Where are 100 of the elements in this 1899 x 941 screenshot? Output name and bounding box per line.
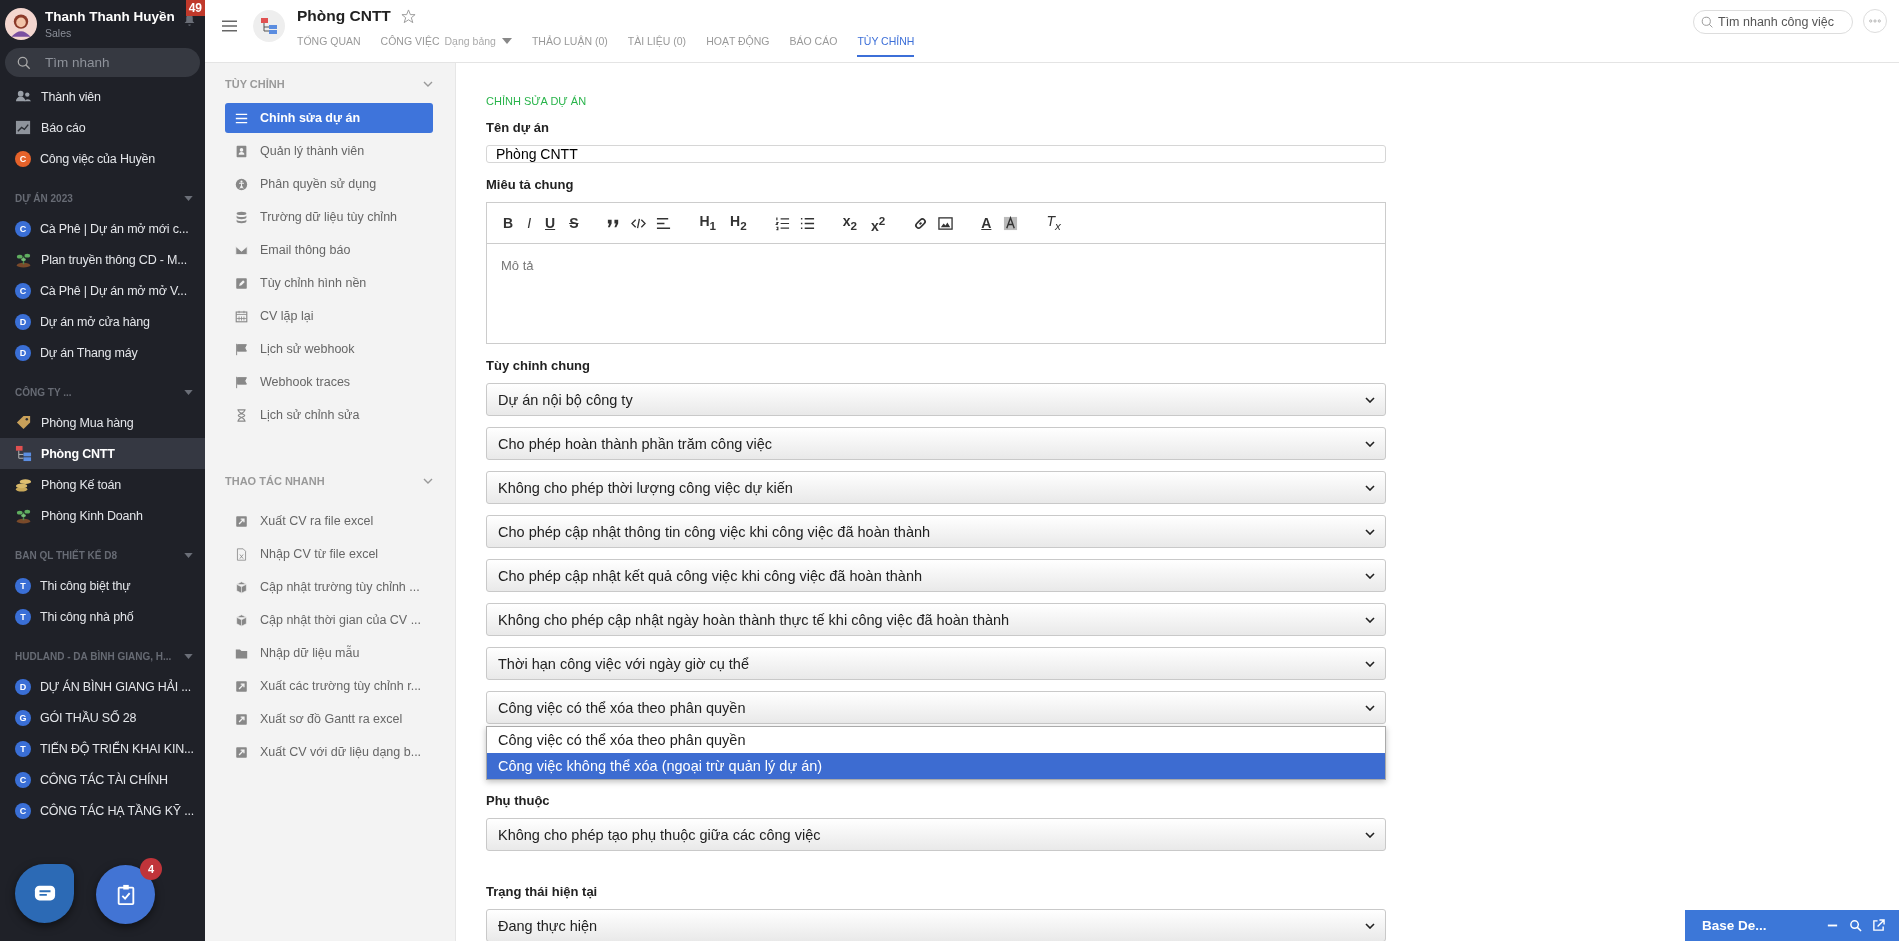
export-icon (235, 712, 248, 726)
format-button[interactable]: T$_{x}$ (1044, 212, 1063, 234)
format-button[interactable]: H$_{1}$ (697, 212, 719, 234)
settings-item[interactable]: Tùy chỉnh hình nền (225, 268, 433, 298)
settings-item[interactable]: Xuất CV với dữ liệu dạng b... (225, 737, 433, 767)
project-item[interactable]: T Thi công nhà phố (0, 601, 205, 632)
hourglass-icon (235, 408, 248, 422)
caret-icon[interactable] (184, 552, 193, 558)
settings-item[interactable]: Cập nhật trường tùy chỉnh ... (225, 572, 433, 602)
project-item[interactable]: D DỰ ÁN BÌNH GIANG HẢI ... (0, 671, 205, 702)
nav-item[interactable]: Báo cáo (0, 112, 205, 143)
star-icon[interactable] (400, 8, 416, 24)
section-title: THAO TÁC NHANH (225, 475, 325, 487)
search-icon[interactable] (1849, 919, 1862, 932)
settings-item[interactable]: Trường dữ liệu tùy chỉnh (225, 202, 433, 232)
contact-icon (235, 144, 248, 158)
mail-icon (235, 243, 248, 257)
select-field[interactable]: Không cho phép thời lượng công việc dự kiến (486, 471, 1386, 504)
menu-icon[interactable] (222, 20, 237, 32)
settings-item[interactable]: Lịch sử webhook (225, 334, 433, 364)
project-item[interactable]: D Dự án mở cửa hàng (0, 306, 205, 337)
format-button[interactable]: S (567, 215, 581, 231)
file-icon (235, 547, 248, 561)
settings-item[interactable]: Webhook traces (225, 367, 433, 397)
tab[interactable]: TÙY CHỈNH (857, 35, 915, 57)
settings-item[interactable]: Xuất các trường tùy chỉnh r... (225, 671, 433, 701)
select-field[interactable]: Dự án nội bộ công ty (486, 383, 1386, 416)
bell-icon[interactable] (183, 14, 196, 27)
settings-item[interactable]: CV lặp lại (225, 301, 433, 331)
project-item[interactable]: Phòng Kế toán (0, 469, 205, 500)
external-link-icon[interactable] (1872, 919, 1885, 932)
quick-search-field[interactable]: Tìm nhanh công việc (1693, 10, 1853, 34)
select-field[interactable]: Cho phép cập nhật kết quả công việc khi công việc đã hoàn thành (486, 559, 1386, 592)
project-name-field[interactable]: Phòng CNTT (486, 145, 1386, 163)
project-item[interactable]: Plan truyền thông CD - M... (0, 244, 205, 275)
settings-item[interactable]: Phân quyền sử dụng (225, 169, 433, 199)
settings-item[interactable]: Xuất CV ra file excel (225, 506, 433, 536)
format-button[interactable]: B (501, 215, 516, 231)
settings-item[interactable]: Quản lý thành viên (225, 136, 433, 166)
select-field[interactable]: Đang thực hiện (486, 909, 1386, 941)
project-item[interactable]: T Thi công biệt thự (0, 570, 205, 601)
chevron-icon (1365, 572, 1375, 579)
ol-icon[interactable] (774, 215, 790, 231)
caret-icon[interactable] (184, 653, 193, 659)
chevron-icon[interactable] (423, 478, 433, 484)
group-title: DỰ ÁN 2023 (15, 192, 73, 204)
chevron-icon[interactable] (423, 81, 433, 87)
settings-item[interactable]: Email thông báo (225, 235, 433, 265)
select-field[interactable]: Cho phép hoàn thành phần trăm công việc (486, 427, 1386, 460)
settings-item[interactable]: Chỉnh sửa dự án (225, 103, 433, 133)
project-item[interactable]: T TIẾN ĐỘ TRIỂN KHAI KIN... (0, 733, 205, 764)
dropdown-option[interactable]: Công việc có thể xóa theo phân quyền (487, 727, 1385, 753)
settings-item[interactable]: Lịch sử chỉnh sửa (225, 400, 433, 430)
project-item[interactable]: Phòng Mua hàng (0, 407, 205, 438)
format-button[interactable]: x$_{2}$ (840, 212, 859, 234)
project-item[interactable]: G GÓI THẦU SỐ 28 (0, 702, 205, 733)
link-icon[interactable] (913, 215, 929, 231)
export-icon (235, 679, 248, 693)
search-field[interactable]: Tìm nhanh (5, 48, 200, 77)
caret-icon[interactable] (184, 195, 193, 201)
caret-icon[interactable] (184, 389, 193, 395)
project-item[interactable]: Phòng Kinh Doanh (0, 500, 205, 531)
project-item[interactable]: C CÔNG TÁC HẠ TẦNG KỸ ... (0, 795, 205, 826)
chevron-icon (1365, 440, 1375, 447)
description-field[interactable]: Mô tả (486, 244, 1386, 344)
project-item[interactable]: C Cà Phê | Dự án mở mở V... (0, 275, 205, 306)
nav-item[interactable]: C Công việc của Huyền (0, 143, 205, 174)
format-button[interactable]: I (525, 215, 533, 231)
nav-item[interactable]: Thành viên (0, 81, 205, 112)
format-button[interactable]: H$_{2}$ (728, 212, 749, 234)
select-field[interactable]: Công việc có thể xóa theo phân quyền (486, 691, 1386, 724)
chat-widget-bar[interactable]: Base De... (1685, 910, 1899, 941)
project-item[interactable]: D Dự án Thang máy (0, 337, 205, 368)
letter-avatar: C (15, 282, 31, 299)
image-icon[interactable] (938, 215, 954, 231)
format-button[interactable]: U (543, 215, 558, 231)
project-label: Phòng Mua hàng (41, 415, 134, 430)
nav-label: Thành viên (41, 89, 101, 104)
format-button[interactable]: x$^{2}$ (869, 212, 888, 234)
project-item[interactable]: Phòng CNTT (0, 438, 205, 469)
dropdown-option[interactable]: Công việc không thể xóa (ngoại trừ quản lý dự án) (487, 753, 1385, 779)
chat-button[interactable] (15, 864, 74, 923)
highlight-icon[interactable] (1003, 215, 1019, 231)
select-field[interactable]: Thời hạn công việc với ngày giờ cụ thể (486, 647, 1386, 680)
project-label: Cà Phê | Dự án mở mới c... (40, 221, 189, 236)
project-item[interactable]: C Cà Phê | Dự án mở mới c... (0, 213, 205, 244)
caret-icon[interactable] (501, 38, 512, 44)
settings-item[interactable]: Nhập CV từ file excel (225, 539, 433, 569)
project-item[interactable]: C CÔNG TÁC TÀI CHÍNH (0, 764, 205, 795)
settings-item[interactable]: Cập nhật thời gian của CV ... (225, 605, 433, 635)
select-field[interactable]: Cho phép cập nhật thông tin công việc khi công việc đã hoàn thành (486, 515, 1386, 548)
settings-item[interactable]: Xuất sơ đồ Gantt ra excel (225, 704, 433, 734)
ul-icon[interactable] (799, 215, 815, 231)
select-field[interactable]: Không cho phép tạo phụ thuộc giữa các công việc (486, 818, 1386, 851)
plant-icon (15, 507, 32, 524)
settings-item[interactable]: Nhập dữ liệu mẫu (225, 638, 433, 668)
align-icon[interactable] (656, 215, 672, 231)
task-button[interactable] (96, 865, 155, 924)
format-button[interactable]: A (979, 215, 994, 231)
select-field[interactable]: Không cho phép cập nhật ngày hoàn thành thực tế khi công việc đã hoàn thành (486, 603, 1386, 636)
